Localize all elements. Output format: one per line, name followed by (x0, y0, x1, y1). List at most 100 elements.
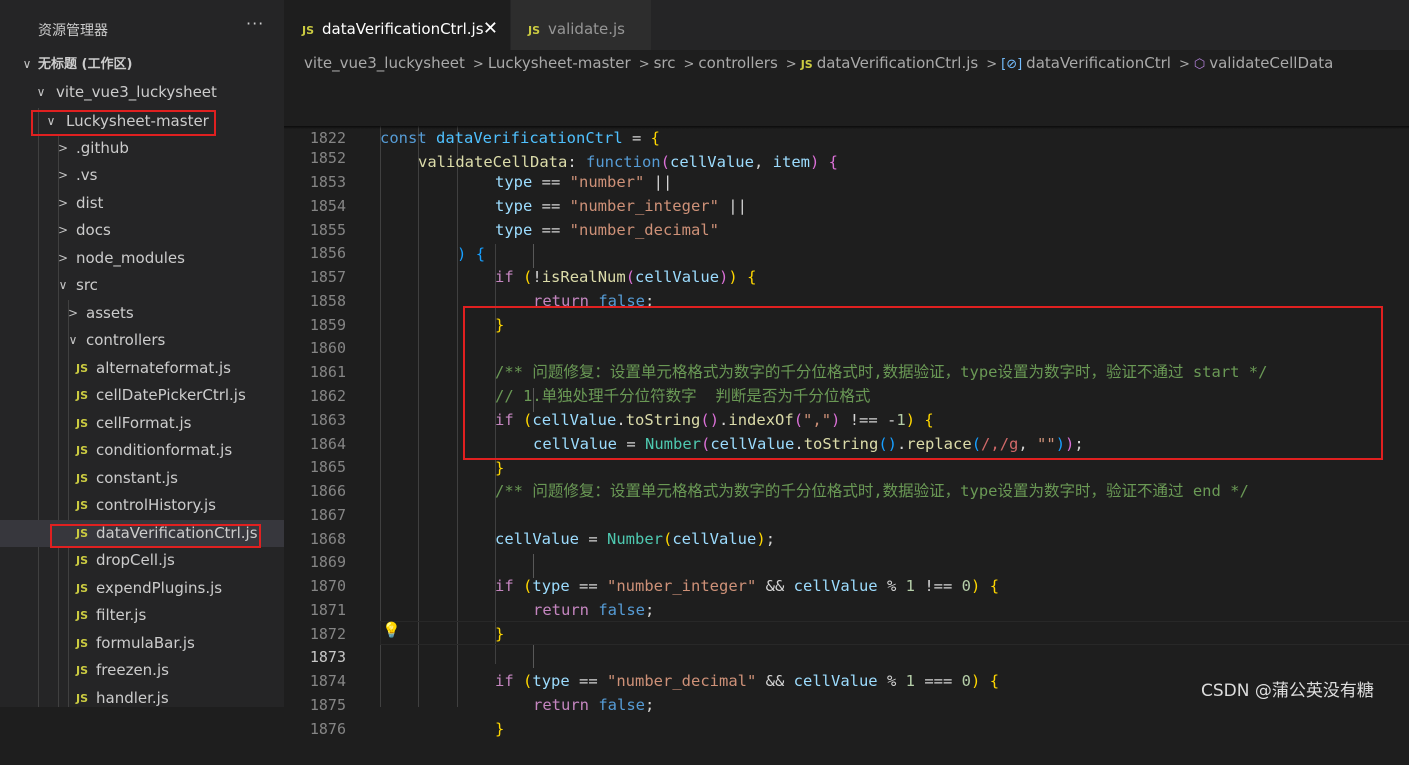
js-file-icon: JS (76, 472, 89, 485)
code-line-current: 1873 if (type == "number_decimal" && cel… (284, 621, 1409, 690)
js-file-icon: JS (76, 389, 89, 402)
js-file-icon: JS (800, 58, 813, 71)
variable-symbol-icon: [⊘] (1001, 57, 1023, 72)
code-line: 1857 return false; (284, 241, 1409, 310)
tree-file[interactable]: JS freezen.js (0, 657, 284, 684)
tree-item-label: src (76, 276, 98, 294)
js-file-icon: JS (76, 499, 89, 512)
tab-bar: JS dataVerificationCtrl.js ✕ JS validate.j… (284, 0, 1409, 50)
chevron-right-icon: > (683, 57, 695, 72)
tree-item-label: expendPlugins.js (96, 579, 223, 597)
breadcrumb-item[interactable]: vite_vue3_luckysheet (304, 54, 465, 72)
tree-file[interactable]: JS constant.js (0, 465, 284, 492)
tree-item-label: conditionformat.js (96, 441, 233, 459)
js-file-icon: JS (76, 692, 89, 705)
method-symbol-icon: ⬡ (1193, 57, 1206, 72)
more-actions-icon[interactable]: ··· (246, 14, 264, 33)
tree-item-label: .github (76, 139, 129, 157)
tree-item-label: cellDatePickerCtrl.js (96, 386, 246, 404)
tree-item-label: freezen.js (96, 661, 169, 679)
tab-label: validate.js (548, 20, 625, 38)
tree-item-label: docs (76, 221, 111, 239)
breadcrumb-item[interactable]: src (654, 54, 676, 72)
chevron-right-icon: > (472, 57, 484, 72)
close-icon[interactable]: ✕ (483, 0, 498, 58)
tree-folder-assets[interactable]: > assets (0, 300, 284, 327)
annotation-box (50, 524, 261, 548)
code-line: 1872 (284, 598, 1409, 643)
code-editor[interactable]: 1852 type == "number" || 1853 type == "n… (284, 78, 1409, 738)
tree-item-label: assets (86, 304, 134, 322)
tree-folder-controllers[interactable]: ∨ controllers (0, 327, 284, 354)
chevron-down-icon: ∨ (68, 333, 78, 347)
tree-file[interactable]: JS alternateformat.js (0, 355, 284, 382)
breadcrumb-item[interactable]: dataVerificationCtrl.js (817, 54, 979, 72)
tree-item-label: controlHistory.js (96, 496, 216, 514)
tree-file[interactable]: JS cellFormat.js (0, 410, 284, 437)
tree-folder-vs[interactable]: > .vs (0, 162, 284, 189)
tab-label: dataVerificationCtrl.js (322, 20, 484, 38)
tree-folder-node-modules[interactable]: > node_modules (0, 245, 284, 272)
tree-item-label: cellFormat.js (96, 414, 192, 432)
chevron-right-icon: > (57, 251, 69, 265)
tree-item-label: constant.js (96, 469, 178, 487)
tree-item-label: formulaBar.js (96, 634, 195, 652)
code-line: 1869 if (type == "number_integer" && cel… (284, 526, 1409, 595)
js-file-icon: JS (76, 444, 89, 457)
tab-dataverificationctrl[interactable]: JS dataVerificationCtrl.js ✕ (284, 0, 510, 50)
chevron-right-icon: > (57, 168, 69, 182)
tree-file[interactable]: JS controlHistory.js (0, 492, 284, 519)
js-file-icon: JS (76, 554, 89, 567)
tab-validate[interactable]: JS validate.js (511, 0, 651, 50)
js-file-icon: JS (302, 24, 315, 37)
tree-file[interactable]: JS expendPlugins.js (0, 575, 284, 602)
breadcrumb-item[interactable]: controllers (698, 54, 777, 72)
tree-item-label: filter.js (96, 606, 147, 624)
tree-item-label: .vs (76, 166, 98, 184)
breadcrumb-item[interactable]: validateCellData (1209, 54, 1333, 72)
tree-file[interactable]: JS cellDatePickerCtrl.js (0, 382, 284, 409)
chevron-right-icon: > (785, 57, 797, 72)
js-file-icon: JS (76, 637, 89, 650)
line-number: 1876 (309, 720, 346, 738)
tree-file[interactable]: JS handler.js (0, 685, 284, 707)
chevron-right-icon: > (986, 57, 998, 72)
chevron-right-icon: > (57, 223, 69, 237)
tree-folder-dist[interactable]: > dist (0, 190, 284, 217)
sticky-scroll-line[interactable]: 19 const dataVerificationCtrl = { (284, 78, 1409, 147)
tree-folder-docs[interactable]: > docs (0, 217, 284, 244)
js-file-icon: JS (76, 582, 89, 595)
chevron-right-icon: > (57, 196, 69, 210)
tree-file[interactable]: JS dropCell.js (0, 547, 284, 574)
tree-item-label: node_modules (76, 249, 185, 267)
tree-item-label: controllers (86, 331, 166, 349)
breadcrumb: vite_vue3_luckysheet > Luckysheet-master > s… (304, 54, 1337, 76)
annotation-box (463, 306, 1383, 460)
tree-file[interactable]: JS formulaBar.js (0, 630, 284, 657)
chevron-down-icon: ∨ (22, 57, 32, 71)
chevron-down-icon: ∨ (36, 85, 46, 99)
code-line: 1867 cellValue = Number(cellValue); (284, 479, 1409, 548)
lightbulb-icon[interactable]: 💡 (382, 621, 401, 639)
tree-item-label: dist (76, 194, 104, 212)
sticky-scroll-shadow (284, 126, 1409, 129)
breadcrumb-item[interactable]: dataVerificationCtrl (1026, 54, 1171, 72)
explorer-sidebar: 资源管理器 ··· ∨ 无标题 (工作区) ∨ vite_vue3_luckys… (0, 0, 284, 707)
code-line: 1856 if (!isRealNum(cellValue)) { (284, 217, 1409, 286)
chevron-right-icon: > (57, 141, 69, 155)
js-file-icon: JS (76, 362, 89, 375)
chevron-down-icon: ∨ (58, 278, 68, 292)
tree-file[interactable]: JS filter.js (0, 602, 284, 629)
tree-workspace-label: 无标题 (工作区) (38, 57, 133, 72)
js-file-icon: JS (76, 417, 89, 430)
sticky-scroll-line[interactable]: 1822 validateCellData: function(cellValu… (284, 102, 1409, 171)
tree-project[interactable]: ∨ vite_vue3_luckysheet (0, 79, 284, 106)
tree-file[interactable]: JS conditionformat.js (0, 437, 284, 464)
tree-folder-github[interactable]: > .github (0, 135, 284, 162)
line-number: 1822 (309, 129, 346, 147)
breadcrumb-item[interactable]: Luckysheet-master (488, 54, 631, 72)
tree-workspace[interactable]: ∨ 无标题 (工作区) (0, 51, 284, 78)
explorer-title: 资源管理器 (38, 23, 108, 39)
code-line: 1858 } (284, 265, 1409, 334)
tree-folder-src[interactable]: ∨ src (0, 272, 284, 299)
